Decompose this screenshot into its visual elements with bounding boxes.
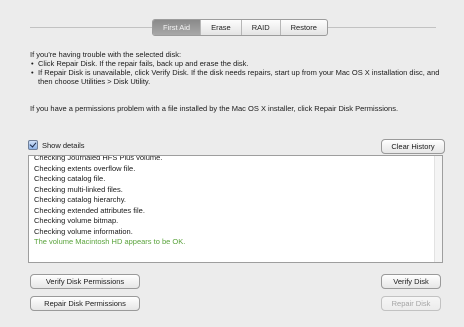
show-details-label: Show details xyxy=(42,140,85,150)
log-content: Checking Journaled HFS Plus volume. Chec… xyxy=(34,155,186,248)
details-log[interactable]: Checking Journaled HFS Plus volume. Chec… xyxy=(28,155,443,263)
log-result-line: The volume Macintosh HD appears to be OK… xyxy=(34,237,186,246)
log-scrollbar[interactable] xyxy=(434,156,442,262)
clear-history-button[interactable]: Clear History xyxy=(381,139,445,154)
log-line: Checking multi-linked files. xyxy=(34,184,123,194)
log-line: Checking volume information. xyxy=(34,226,133,236)
log-line: Checking volume bitmap. xyxy=(34,216,119,225)
tab-first-aid[interactable]: First Aid xyxy=(153,20,201,35)
tab-bar: First Aid Erase RAID Restore xyxy=(0,19,464,36)
log-line: Checking catalog file. xyxy=(34,174,106,183)
instruction-verify: If Repair Disk is unavailable, click Ver… xyxy=(30,68,450,86)
instructions-list: Click Repair Disk. If the repair fails, … xyxy=(30,59,450,86)
repair-disk-button[interactable]: Repair Disk xyxy=(381,296,441,311)
log-line: Checking catalog hierarchy. xyxy=(34,195,126,204)
show-details-checkbox[interactable]: Show details xyxy=(28,140,85,150)
verify-disk-button[interactable]: Verify Disk xyxy=(381,274,441,289)
permissions-instructions: If you have a permissions problem with a… xyxy=(30,104,399,113)
instructions-intro: If you're having trouble with the select… xyxy=(30,50,182,59)
log-line: Checking extended attributes file. xyxy=(34,205,145,215)
tab-restore[interactable]: Restore xyxy=(279,20,327,35)
tab-raid[interactable]: RAID xyxy=(240,20,280,35)
repair-disk-permissions-button[interactable]: Repair Disk Permissions xyxy=(30,296,140,311)
first-aid-instructions: If you're having trouble with the select… xyxy=(30,50,450,86)
tab-erase[interactable]: Erase xyxy=(200,20,241,35)
log-line: Checking extents overflow file. xyxy=(34,163,136,173)
instruction-repair: Click Repair Disk. If the repair fails, … xyxy=(30,59,450,68)
verify-disk-permissions-button[interactable]: Verify Disk Permissions xyxy=(30,274,140,289)
log-line: Checking Journaled HFS Plus volume. xyxy=(34,155,163,162)
tab-segmented-control: First Aid Erase RAID Restore xyxy=(152,19,328,36)
checkbox-checked-icon[interactable] xyxy=(28,140,38,150)
